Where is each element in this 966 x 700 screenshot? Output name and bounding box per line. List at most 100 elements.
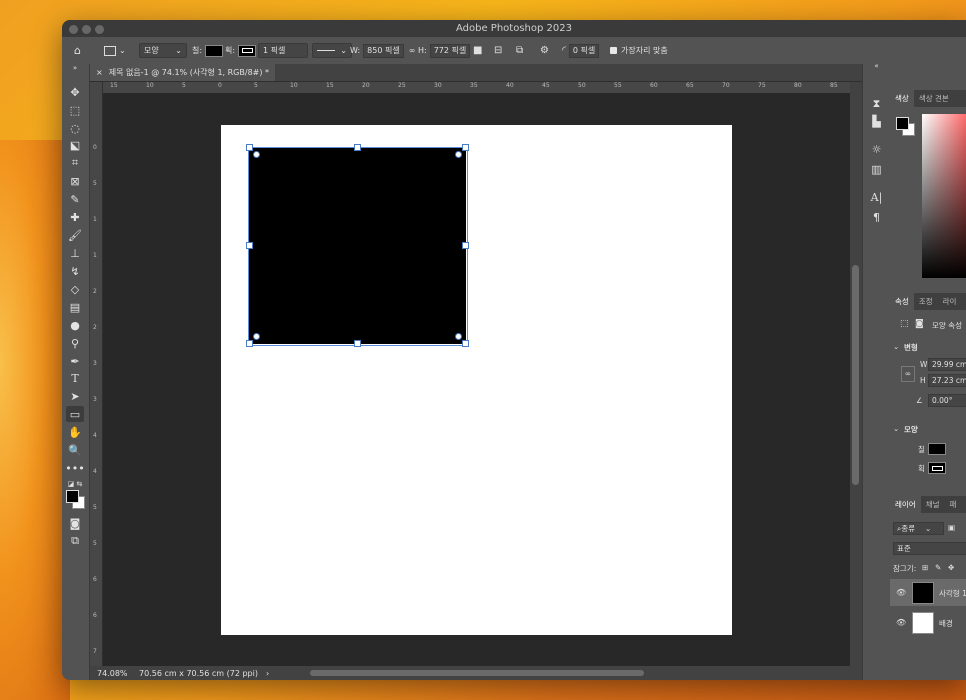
transform-handle-top[interactable] [354, 144, 361, 151]
stamp-tool-icon[interactable]: ⊥ [66, 245, 84, 261]
corner-radius-handle-top-left[interactable] [253, 151, 260, 158]
eraser-tool-icon[interactable]: ◇ [66, 281, 84, 297]
eye-icon[interactable]: 👁 [896, 588, 906, 597]
align-edges-checkbox[interactable]: 가장자리 맞춤 [610, 37, 668, 64]
mode-dropdown[interactable]: 모양 ⌄ [139, 43, 187, 58]
history-panel-icon[interactable]: ⧗ [868, 96, 885, 111]
layer-row[interactable]: 👁 사각형 1 [890, 579, 966, 606]
tab-layers[interactable]: 레이어 [890, 496, 921, 513]
paragraph-panel-icon[interactable]: ¶ [868, 210, 885, 225]
lock-position-icon[interactable]: ✥ [948, 563, 954, 572]
properties-height-field[interactable]: 27.23 cm [928, 374, 966, 387]
transform-handle-bottom-right[interactable] [462, 340, 469, 347]
lock-pixels-icon[interactable]: ✎ [935, 563, 941, 572]
marquee-tool-icon[interactable]: ⬚ [66, 102, 84, 118]
hand-tool-icon[interactable]: ✋ [66, 424, 84, 440]
home-icon[interactable]: ⌂ [74, 37, 81, 64]
blend-mode-dropdown[interactable]: 표준 [893, 542, 966, 555]
tab-adjustments[interactable]: 조정 [914, 293, 938, 310]
blur-tool-icon[interactable]: ● [66, 317, 84, 333]
pen-tool-icon[interactable]: ✒ [66, 353, 84, 369]
lasso-tool-icon[interactable]: ◌ [66, 120, 84, 136]
move-tool-icon[interactable]: ✥ [66, 84, 84, 100]
more-tools-icon[interactable]: ••• [65, 460, 84, 476]
chevron-down-icon[interactable]: ⌄ [893, 342, 899, 351]
collapse-icon[interactable]: » [66, 64, 84, 72]
eye-icon[interactable]: 👁 [896, 618, 906, 627]
tab-libraries[interactable]: 라이 [938, 293, 962, 310]
h-label: H: [418, 46, 427, 55]
zoom-level[interactable]: 74.08% [97, 669, 137, 678]
transform-handle-right[interactable] [462, 242, 469, 249]
path-arrangement-icon[interactable]: ⧉ [516, 37, 523, 64]
properties-fill-swatch[interactable] [928, 443, 946, 455]
color-field[interactable] [922, 114, 966, 278]
tool-preset-picker[interactable]: ⌄ [104, 37, 126, 64]
transform-handle-top-right[interactable] [462, 144, 469, 151]
transform-section-header: 변형 [904, 343, 918, 352]
lock-transparency-icon[interactable]: ⊞ [922, 563, 928, 572]
dodge-tool-icon[interactable]: ⚲ [66, 335, 84, 351]
tab-channels[interactable]: 채널 [921, 496, 945, 513]
frame-tool-icon[interactable]: ⊠ [66, 173, 84, 189]
tab-properties[interactable]: 속성 [890, 293, 914, 310]
horizontal-scroll-thumb[interactable] [310, 670, 644, 676]
transform-handle-top-left[interactable] [246, 144, 253, 151]
stroke-swatch[interactable] [238, 44, 257, 57]
properties-stroke-swatch[interactable] [928, 462, 946, 474]
tab-paths[interactable]: 패 [945, 496, 962, 513]
collapse-icon[interactable]: « [868, 62, 885, 70]
healing-brush-tool-icon[interactable]: ✚ [66, 209, 84, 225]
foreground-color-swatch[interactable] [896, 117, 909, 130]
ruler-tick-label: 5 [182, 82, 186, 89]
layer-row[interactable]: 👁 배경 [890, 609, 966, 636]
foreground-color-swatch[interactable] [66, 490, 79, 503]
path-alignment-icon[interactable]: ⊟ [494, 37, 502, 64]
history-brush-tool-icon[interactable]: ↯ [66, 263, 84, 279]
character-panel-icon[interactable]: A| [868, 190, 885, 205]
layer-filter-dropdown[interactable]: ⌕ 종류 ⌄ [893, 522, 944, 535]
stroke-type-dropdown[interactable]: ⌄ [312, 43, 352, 58]
transform-bounding-box[interactable] [248, 147, 468, 346]
angle-field[interactable]: 0.00° [928, 394, 966, 407]
vertical-ruler[interactable]: 0 5 1 1 2 2 3 3 4 4 5 5 6 6 7 [90, 82, 103, 666]
libraries-panel-icon[interactable]: ▙ [868, 114, 885, 129]
corner-radius-handle-bottom-left[interactable] [253, 333, 260, 340]
tab-color[interactable]: 색상 [890, 90, 914, 107]
close-icon[interactable]: × [96, 68, 103, 77]
transform-handle-left[interactable] [246, 242, 253, 249]
rectangle-tool-icon[interactable]: ▭ [66, 406, 84, 422]
transform-handle-bottom-left[interactable] [246, 340, 253, 347]
zoom-tool-icon[interactable]: 🔍 [66, 442, 84, 458]
corner-radius-field[interactable]: 0 픽셀 [568, 43, 600, 58]
link-icon[interactable]: ∞ [409, 46, 416, 55]
transform-handle-bottom[interactable] [354, 340, 361, 347]
type-tool-icon[interactable]: T [66, 370, 84, 386]
document-tab[interactable]: × 제목 없음-1 @ 74.1% (사각형 1, RGB/8#) * [90, 64, 275, 81]
gear-icon[interactable]: ⚙ [540, 37, 549, 64]
stroke-width-field[interactable]: 1 픽셀 [258, 43, 308, 58]
image-filter-icon[interactable]: ▣ [948, 523, 955, 532]
path-operations-icon[interactable]: ■ [473, 37, 482, 64]
link-icon[interactable]: ∞ [901, 366, 915, 382]
tab-swatches[interactable]: 색상 견본 [914, 90, 954, 107]
status-menu-arrow[interactable]: › [266, 669, 269, 678]
height-field[interactable]: 772 픽셀 [429, 43, 471, 58]
adjustments-panel-icon[interactable]: ☼ [868, 142, 885, 157]
chevron-down-icon[interactable]: ⌄ [893, 424, 899, 433]
path-selection-tool-icon[interactable]: ➤ [66, 388, 84, 404]
fill-swatch[interactable] [205, 44, 224, 57]
quick-mask-icon[interactable]: ◙ [66, 515, 84, 531]
vertical-scroll-thumb[interactable] [852, 265, 859, 485]
properties-width-field[interactable]: 29.99 cm [928, 358, 966, 371]
width-field[interactable]: 850 픽셀 [363, 43, 404, 58]
crop-tool-icon[interactable]: ⌗ [66, 155, 84, 171]
eyedropper-tool-icon[interactable]: ✎ [66, 191, 84, 207]
corner-radius-handle-bottom-right[interactable] [455, 333, 462, 340]
gradient-tool-icon[interactable]: ▤ [66, 299, 84, 315]
brush-tool-icon[interactable]: 🖌 [66, 227, 84, 243]
screen-mode-icon[interactable]: ⧉ [66, 533, 84, 549]
object-selection-tool-icon[interactable]: ⬕ [66, 137, 84, 153]
corner-radius-handle-top-right[interactable] [455, 151, 462, 158]
brush-settings-icon[interactable]: ▥ [868, 162, 885, 177]
